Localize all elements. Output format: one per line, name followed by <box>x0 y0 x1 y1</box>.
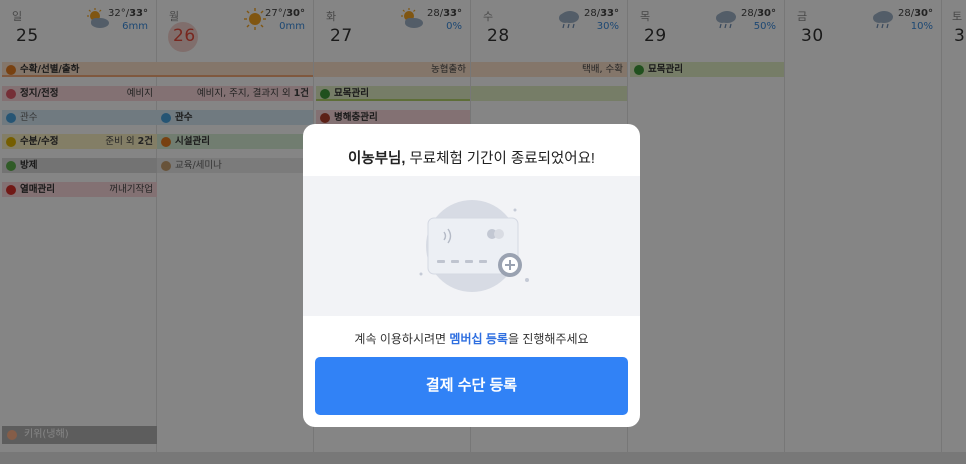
trial-expired-modal: 이농부님, 무료체험 기간이 종료되었어요! 계속 이용하시려면 멤버십 등록을… <box>303 124 640 427</box>
register-payment-button[interactable]: 결제 수단 등록 <box>315 357 628 415</box>
modal-subtitle: 계속 이용하시려면 멤버십 등록을 진행해주세요 <box>354 332 589 346</box>
credit-card-icon <box>419 200 529 292</box>
modal-title: 이농부님, 무료체험 기간이 종료되었어요! <box>348 151 595 167</box>
membership-link[interactable]: 멤버십 등록 <box>449 332 508 346</box>
credit-card-illustration <box>303 176 640 316</box>
